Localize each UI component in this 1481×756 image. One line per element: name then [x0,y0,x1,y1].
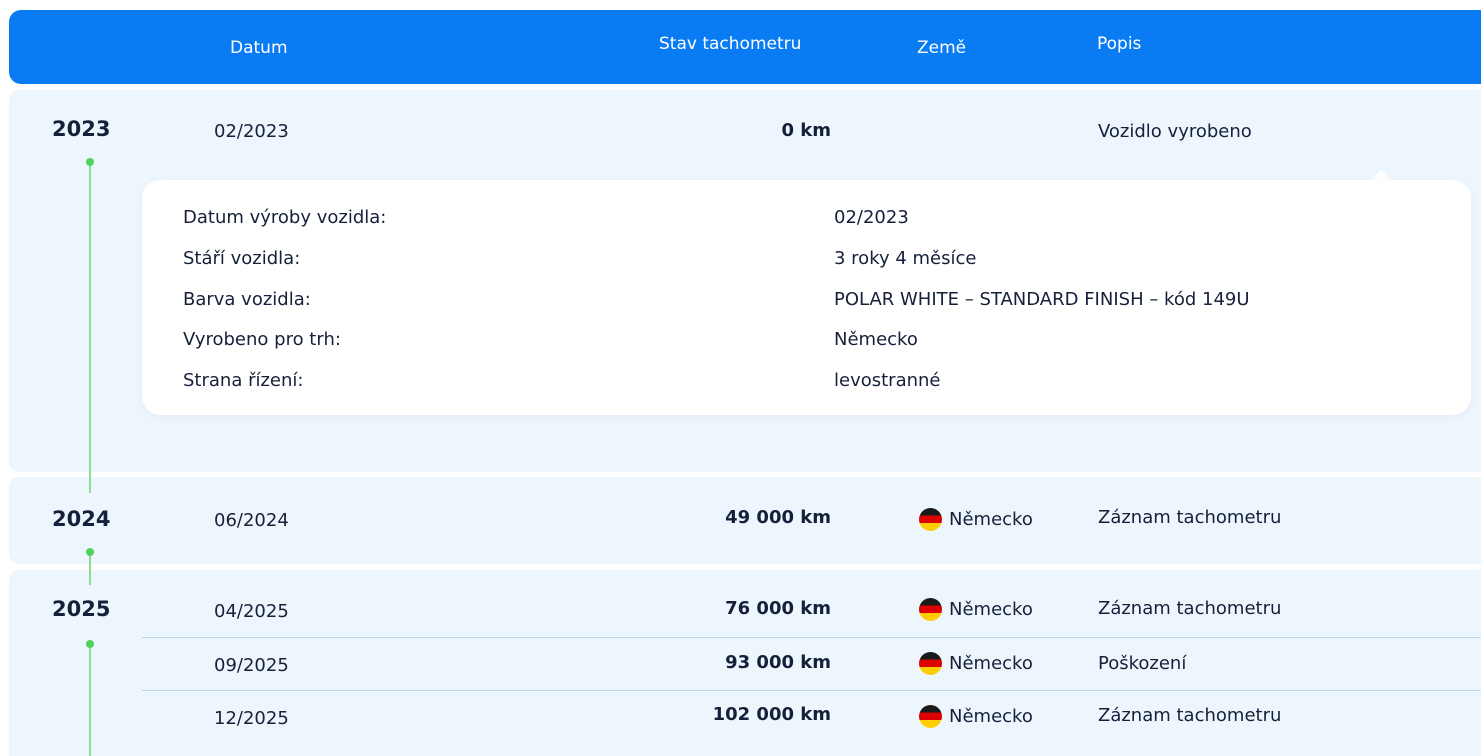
detail-value-vehicle-age: 3 roky 4 měsíce [834,248,977,269]
germany-flag-icon [919,598,942,621]
detail-value-manufacture-date: 02/2023 [834,207,909,228]
row-date: 04/2025 [214,601,289,622]
timeline-line [89,645,91,756]
row-country-label: Německo [949,706,1033,727]
detail-value-color: POLAR WHITE – STANDARD FINISH – kód 149U [834,289,1250,310]
detail-label-steering-side: Strana řízení: [183,370,304,391]
row-country: Německo [919,705,1033,728]
row-odometer: 0 km [781,120,831,141]
detail-label-market: Vyrobeno pro trh: [183,329,341,350]
row-odometer: 49 000 km [725,507,831,528]
row-country: Německo [919,652,1033,675]
detail-value-steering-side: levostranné [834,370,941,391]
row-country-label: Německo [949,599,1033,620]
timeline-line [89,555,91,585]
row-date: 09/2025 [214,655,289,676]
row-odometer: 102 000 km [712,704,831,725]
detail-label-color: Barva vozidla: [183,289,311,310]
detail-label-manufacture-date: Datum výroby vozidla: [183,207,387,228]
row-date: 12/2025 [214,708,289,729]
germany-flag-icon [919,508,942,531]
row-country-label: Německo [949,653,1033,674]
row-date: 02/2023 [214,121,289,142]
row-country: Německo [919,598,1033,621]
timeline-dot [86,640,94,648]
row-country: Německo [919,508,1033,531]
row-description: Záznam tachometru [1098,598,1282,619]
row-description: Vozidlo vyrobeno [1098,121,1252,142]
row-description: Poškození [1098,653,1187,674]
row-country-label: Německo [949,509,1033,530]
row-divider [142,637,1481,638]
row-odometer: 76 000 km [725,598,831,619]
year-label: 2023 [52,117,111,141]
germany-flag-icon [919,652,942,675]
timeline-dot [86,548,94,556]
row-description: Záznam tachometru [1098,507,1282,528]
row-date: 06/2024 [214,510,289,531]
row-description: Záznam tachometru [1098,705,1282,726]
row-divider [142,690,1481,691]
column-header-odometer: Stav tachometru [659,34,802,54]
year-label: 2025 [52,597,111,621]
row-odometer: 93 000 km [725,652,831,673]
column-header-description: Popis [1097,34,1142,54]
germany-flag-icon [919,705,942,728]
table-header: Datum Stav tachometru Země Popis [9,10,1481,84]
detail-value-market: Německo [834,329,918,350]
year-label: 2024 [52,507,111,531]
column-header-date: Datum [230,38,288,58]
detail-label-vehicle-age: Stáří vozidla: [183,248,301,269]
timeline-dot [86,158,94,166]
column-header-country: Země [917,38,967,58]
timeline-line [89,163,91,493]
vehicle-details-popup: Datum výroby vozidla: 02/2023 Stáří vozi… [142,180,1471,415]
